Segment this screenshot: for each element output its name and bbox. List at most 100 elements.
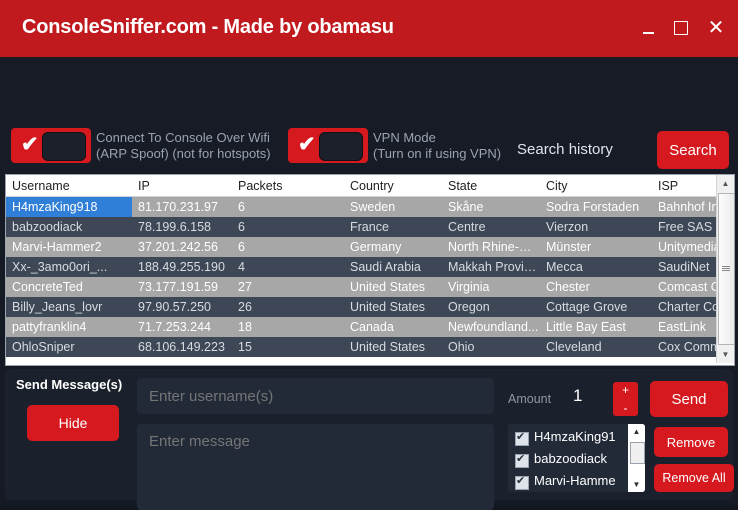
maximize-button[interactable]	[666, 14, 696, 42]
close-button[interactable]: ✕	[701, 14, 731, 42]
cell-packets: 26	[232, 297, 344, 317]
wifi-arp-label-line1: Connect To Console Over Wifi	[96, 130, 270, 145]
cell-packets: 18	[232, 317, 344, 337]
cell-state: Oregon	[442, 297, 540, 317]
stepper-decrement-icon[interactable]: -	[613, 401, 638, 415]
checkbox-icon[interactable]	[515, 429, 529, 446]
cell-username: babzoodiack	[6, 217, 132, 237]
cell-username: OhloSniper	[6, 337, 132, 357]
table-scrollbar[interactable]: ▲ ▼	[716, 175, 734, 363]
table-row[interactable]: babzoodiack 78.199.6.158 6 France Centre Vier…	[6, 217, 734, 237]
wifi-arp-toggle[interactable]: ✔	[11, 128, 91, 163]
column-header[interactable]: Country	[344, 175, 442, 197]
table-row[interactable]: pattyfranklin4 71.7.253.244 18 Canada Newfou…	[6, 317, 734, 337]
cell-username: Billy_Jeans_lovr	[6, 297, 132, 317]
cell-ip: 71.7.253.244	[132, 317, 232, 337]
vpn-mode-label: VPN Mode (Turn on if using VPN)	[373, 130, 501, 162]
toggle-knob	[42, 132, 86, 161]
cell-packets: 4	[232, 257, 344, 277]
scrollbar-grip	[722, 266, 730, 272]
minimize-icon	[642, 32, 654, 35]
table-row[interactable]: H4mzaKing918 81.170.231.97 6 Sweden Skåne Sod…	[6, 196, 734, 217]
table-row[interactable]: Billy_Jeans_lovr 97.90.57.250 26 United Sta…	[6, 297, 734, 317]
cell-country: United States	[344, 337, 442, 357]
cell-ip: 188.49.255.190	[132, 257, 232, 277]
recipient-item[interactable]: Marvi-Hamme	[515, 472, 645, 492]
vpn-mode-label-line2: (Turn on if using VPN)	[373, 146, 502, 161]
checkmark-icon: ✔	[21, 133, 39, 156]
cell-username: Xx-_3amo0ori_...	[6, 257, 132, 277]
cell-ip: 37.201.242.56	[132, 237, 232, 257]
cell-city: Cleveland	[540, 337, 652, 357]
cell-city: Vierzon	[540, 217, 652, 237]
minimize-button[interactable]	[633, 14, 663, 42]
window-title: ConsoleSniffer.com - Made by obamasu	[22, 16, 394, 38]
message-input[interactable]	[137, 424, 494, 510]
cell-city: Münster	[540, 237, 652, 257]
scroll-up-icon[interactable]: ▲	[717, 175, 734, 192]
cell-username: pattyfranklin4	[6, 317, 132, 337]
cell-state: North Rhine-W...	[442, 237, 540, 257]
remove-button[interactable]: Remove	[654, 427, 728, 457]
cell-city: Cottage Grove	[540, 297, 652, 317]
table-row[interactable]: Marvi-Hammer2 37.201.242.56 6 Germany North …	[6, 237, 734, 257]
cell-packets: 27	[232, 277, 344, 297]
column-header[interactable]: Packets	[232, 175, 344, 197]
cell-state: Ohio	[442, 337, 540, 357]
cell-city: Sodra Forstaden	[540, 196, 652, 217]
recipient-list[interactable]: H4mzaKing91 babzoodiack Marvi-Hamme ▲ ▼	[508, 424, 645, 492]
table-row[interactable]: Xx-_3amo0ori_... 188.49.255.190 4 Saudi Ara…	[6, 257, 734, 277]
toolbar: ✔ Connect To Console Over Wifi (ARP Spoo…	[0, 57, 738, 223]
hide-button[interactable]: Hide	[27, 405, 119, 441]
cell-country: Sweden	[344, 196, 442, 217]
cell-ip: 73.177.191.59	[132, 277, 232, 297]
cell-packets: 15	[232, 337, 344, 357]
scrollbar-thumb[interactable]	[630, 442, 645, 464]
cell-username: Marvi-Hammer2	[6, 237, 132, 257]
cell-state: Virginia	[442, 277, 540, 297]
toggle-knob	[319, 132, 363, 161]
scroll-down-icon[interactable]: ▼	[628, 477, 645, 492]
recipient-name: babzoodiack	[534, 451, 607, 466]
send-message-panel: Send Message(s) Hide Amount 1 + - Send H…	[5, 369, 734, 510]
table-header-row: Username IP Packets Country State City ISP	[6, 175, 734, 197]
connections-table: Username IP Packets Country State City ISP H4m…	[5, 174, 735, 366]
checkmark-icon: ✔	[298, 133, 316, 156]
table-row[interactable]: OhloSniper 68.106.149.223 15 United States O…	[6, 337, 734, 357]
vpn-mode-toggle[interactable]: ✔	[288, 128, 368, 163]
cell-ip: 68.106.149.223	[132, 337, 232, 357]
wifi-arp-label: Connect To Console Over Wifi (ARP Spoof)…	[96, 130, 271, 162]
scroll-down-icon[interactable]: ▼	[717, 346, 734, 363]
scroll-up-icon[interactable]: ▲	[628, 424, 645, 439]
scrollbar-thumb[interactable]	[718, 193, 734, 345]
cell-username: H4mzaKing918	[6, 196, 132, 217]
cell-state: Newfoundland...	[442, 317, 540, 337]
cell-city: Little Bay East	[540, 317, 652, 337]
recipient-item[interactable]: babzoodiack	[515, 450, 645, 472]
cell-username: ConcreteTed	[6, 277, 132, 297]
column-header[interactable]: IP	[132, 175, 232, 197]
recipient-list-scrollbar[interactable]: ▲ ▼	[628, 424, 645, 492]
table-row[interactable]: ConcreteTed 73.177.191.59 27 United States V…	[6, 277, 734, 297]
cell-state: Centre	[442, 217, 540, 237]
amount-label: Amount	[508, 392, 552, 406]
column-header[interactable]: Username	[6, 175, 132, 197]
username-input[interactable]	[137, 378, 494, 414]
checkbox-icon[interactable]	[515, 473, 529, 490]
cell-packets: 6	[232, 237, 344, 257]
cell-packets: 6	[232, 196, 344, 217]
recipient-name: Marvi-Hamme	[534, 473, 616, 488]
connections-grid: Username IP Packets Country State City ISP H4m…	[6, 175, 734, 357]
send-button[interactable]: Send	[650, 381, 728, 417]
column-header[interactable]: State	[442, 175, 540, 197]
recipient-item[interactable]: H4mzaKing91	[515, 428, 645, 450]
cell-country: Canada	[344, 317, 442, 337]
column-header[interactable]: City	[540, 175, 652, 197]
stepper-increment-icon[interactable]: +	[613, 383, 638, 397]
remove-all-button[interactable]: Remove All	[654, 464, 734, 492]
search-button[interactable]: Search	[657, 131, 729, 169]
checkbox-icon[interactable]	[515, 451, 529, 468]
amount-stepper[interactable]: + -	[613, 382, 638, 416]
search-history-link[interactable]: Search history	[517, 141, 613, 158]
application-window: ConsoleSniffer.com - Made by obamasu ✕ ✔…	[0, 0, 738, 510]
